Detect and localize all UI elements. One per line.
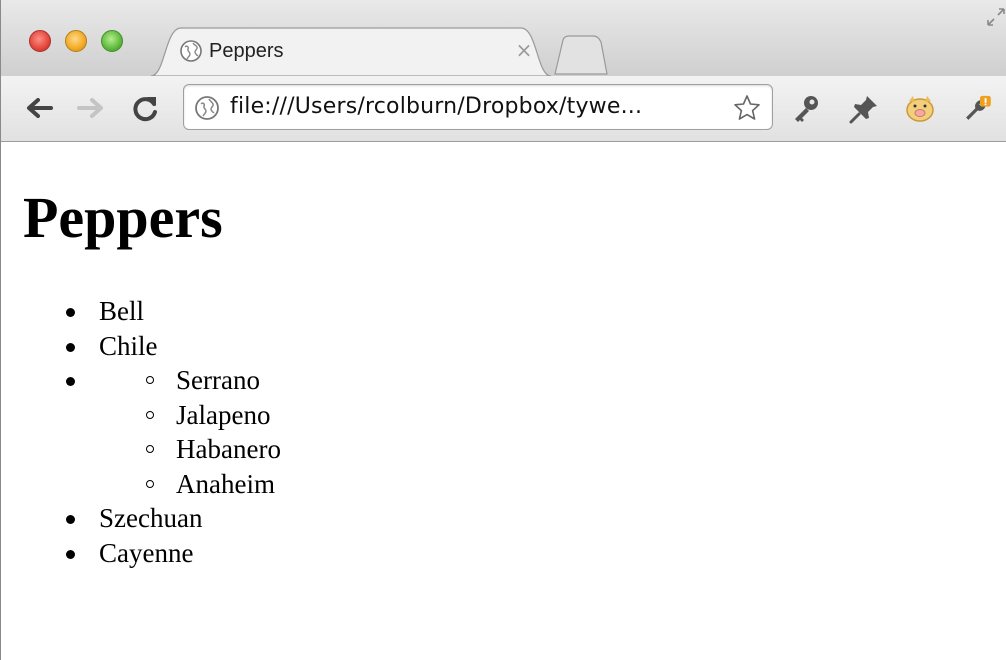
globe-icon [195, 96, 219, 120]
forward-arrow-icon[interactable] [75, 92, 107, 124]
sublist-item: Jalapeno [99, 398, 281, 433]
tab-close-icon[interactable]: × [511, 37, 537, 63]
hollow-bullet-icon [146, 410, 154, 419]
maximize-window-button[interactable] [101, 30, 123, 52]
list-item-text: Chile [99, 330, 158, 361]
list-item-nested: Serrano Jalapeno Habanero Anaheim [1, 363, 281, 501]
list-item-text: Cayenne [99, 537, 194, 568]
url-text: file:///Users/rcolburn/Dropbox/tywe... [230, 94, 643, 119]
page-heading: Peppers [23, 185, 223, 250]
sublist-item-text: Jalapeno [176, 399, 271, 430]
list-item: Cayenne [1, 536, 281, 571]
hollow-bullet-icon [146, 445, 154, 453]
toolbar: file:///Users/rcolburn/Dropbox/tywe... [1, 76, 1006, 142]
sublist-item: Serrano [99, 363, 281, 398]
list-item: Bell [1, 294, 281, 329]
star-icon[interactable] [732, 93, 762, 123]
pepper-list: Bell Chile Serrano Jalapeno Habanero Ana… [1, 294, 281, 570]
minimize-window-button[interactable] [65, 30, 87, 52]
close-window-button[interactable] [29, 30, 51, 52]
pushpin-icon[interactable] [847, 92, 881, 126]
sublist-item-text: Habanero [176, 434, 281, 464]
hollow-bullet-icon [146, 376, 154, 384]
tab-peppers[interactable]: Peppers × [151, 26, 551, 76]
tab-title: Peppers [209, 40, 284, 62]
wrench-icon[interactable] [963, 92, 997, 126]
chile-sublist: Serrano Jalapeno Habanero Anaheim [99, 363, 281, 501]
list-item: Chile [1, 329, 281, 364]
bullet-icon [66, 377, 75, 386]
bullet-icon [66, 308, 75, 317]
reload-icon[interactable] [129, 92, 161, 124]
hollow-bullet-icon [146, 479, 154, 488]
sublist-item-text: Anaheim [176, 468, 275, 499]
list-item: Szechuan [1, 501, 281, 536]
sublist-item-text: Serrano [176, 365, 260, 395]
pig-icon[interactable] [903, 92, 937, 126]
list-item-text: Szechuan [99, 503, 203, 533]
tab-strip: Peppers × [1, 0, 1006, 76]
sublist-item: Habanero [99, 432, 281, 467]
back-arrow-icon[interactable] [23, 92, 55, 124]
key-icon[interactable] [789, 92, 823, 126]
bullet-icon [66, 515, 75, 524]
sublist-item: Anaheim [99, 467, 281, 502]
new-tab-button[interactable] [553, 34, 609, 76]
browser-window: Peppers × file:///Users/rcolburn/Dropbox… [0, 0, 1006, 660]
bullet-icon [66, 549, 75, 559]
bullet-icon [66, 342, 75, 352]
address-bar[interactable]: file:///Users/rcolburn/Dropbox/tywe... [183, 84, 773, 130]
page-content: Peppers Bell Chile Serrano Jalapeno Haba… [1, 142, 1006, 660]
list-item-text: Bell [99, 296, 144, 326]
globe-icon [180, 40, 202, 62]
fullscreen-icon[interactable] [985, 6, 1006, 28]
